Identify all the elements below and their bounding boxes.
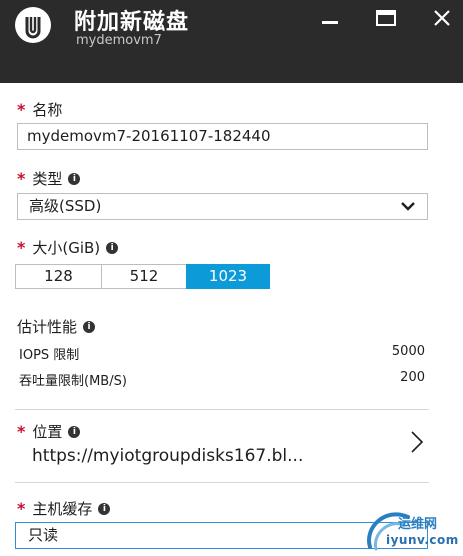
perf-row-value: 5000 <box>391 344 425 359</box>
location-value[interactable]: https://myiotgroupdisks167.bl... <box>32 446 303 466</box>
chevron-down-icon <box>401 202 415 211</box>
size-selector: 128 512 1023 <box>15 264 270 289</box>
name-label: 名称 <box>32 101 63 119</box>
chevron-right-icon[interactable] <box>410 430 424 454</box>
divider <box>15 482 429 483</box>
maximize-button[interactable] <box>372 6 400 30</box>
type-select[interactable]: 高级(SSD) <box>17 193 428 220</box>
size-label: 大小(GiB) <box>32 239 101 257</box>
performance-title: 估计性能 <box>17 318 78 336</box>
type-select-value: 高级(SSD) <box>29 197 102 215</box>
watermark-url: iyunv.com <box>386 533 459 547</box>
info-icon[interactable]: i <box>106 241 119 254</box>
page-subtitle: mydemovm7 <box>76 33 162 48</box>
required-marker: * <box>17 238 26 257</box>
cache-label: 主机缓存 <box>32 500 93 518</box>
close-button[interactable] <box>428 6 456 30</box>
size-option-512[interactable]: 512 <box>101 264 187 289</box>
info-icon[interactable]: i <box>68 425 81 438</box>
watermark: 运维网 iyunv.com <box>358 505 463 556</box>
cache-select-value: 只读 <box>28 526 59 544</box>
size-option-1023[interactable]: 1023 <box>186 264 270 289</box>
info-icon[interactable]: i <box>98 502 111 515</box>
type-label-row: * 类型 i <box>17 168 81 189</box>
maximize-icon <box>376 10 396 26</box>
close-icon <box>434 10 450 26</box>
required-marker: * <box>17 422 26 441</box>
location-label-row: * 位置 i <box>17 421 81 442</box>
watermark-text: 运维网 <box>398 517 438 532</box>
location-label: 位置 <box>32 423 63 441</box>
page-title: 附加新磁盘 <box>74 10 190 35</box>
cache-label-row: * 主机缓存 i <box>17 498 111 519</box>
required-marker: * <box>17 499 26 518</box>
perf-row-throughput: 吞吐量限制(MB/S) 200 <box>19 370 425 389</box>
type-label: 类型 <box>32 170 63 188</box>
divider <box>15 409 429 410</box>
required-marker: * <box>17 100 26 119</box>
size-option-128[interactable]: 128 <box>15 264 102 289</box>
info-icon[interactable]: i <box>68 172 81 185</box>
blade-header: 附加新磁盘 mydemovm7 <box>0 0 463 83</box>
perf-row-label: 吞吐量限制(MB/S) <box>19 374 127 389</box>
minimize-icon <box>322 21 338 24</box>
minimize-button[interactable] <box>316 6 344 30</box>
disk-icon <box>15 7 51 43</box>
perf-row-value: 200 <box>400 370 425 385</box>
info-icon[interactable]: i <box>83 320 96 333</box>
perf-row-iops: IOPS 限制 5000 <box>19 344 425 363</box>
perf-row-label: IOPS 限制 <box>19 348 80 363</box>
size-label-row: * 大小(GiB) i <box>17 237 119 258</box>
name-label-row: * 名称 <box>17 99 62 120</box>
performance-title-row: 估计性能 i <box>17 316 96 337</box>
name-input[interactable]: mydemovm7-20161107-182440 <box>17 123 428 150</box>
required-marker: * <box>17 169 26 188</box>
